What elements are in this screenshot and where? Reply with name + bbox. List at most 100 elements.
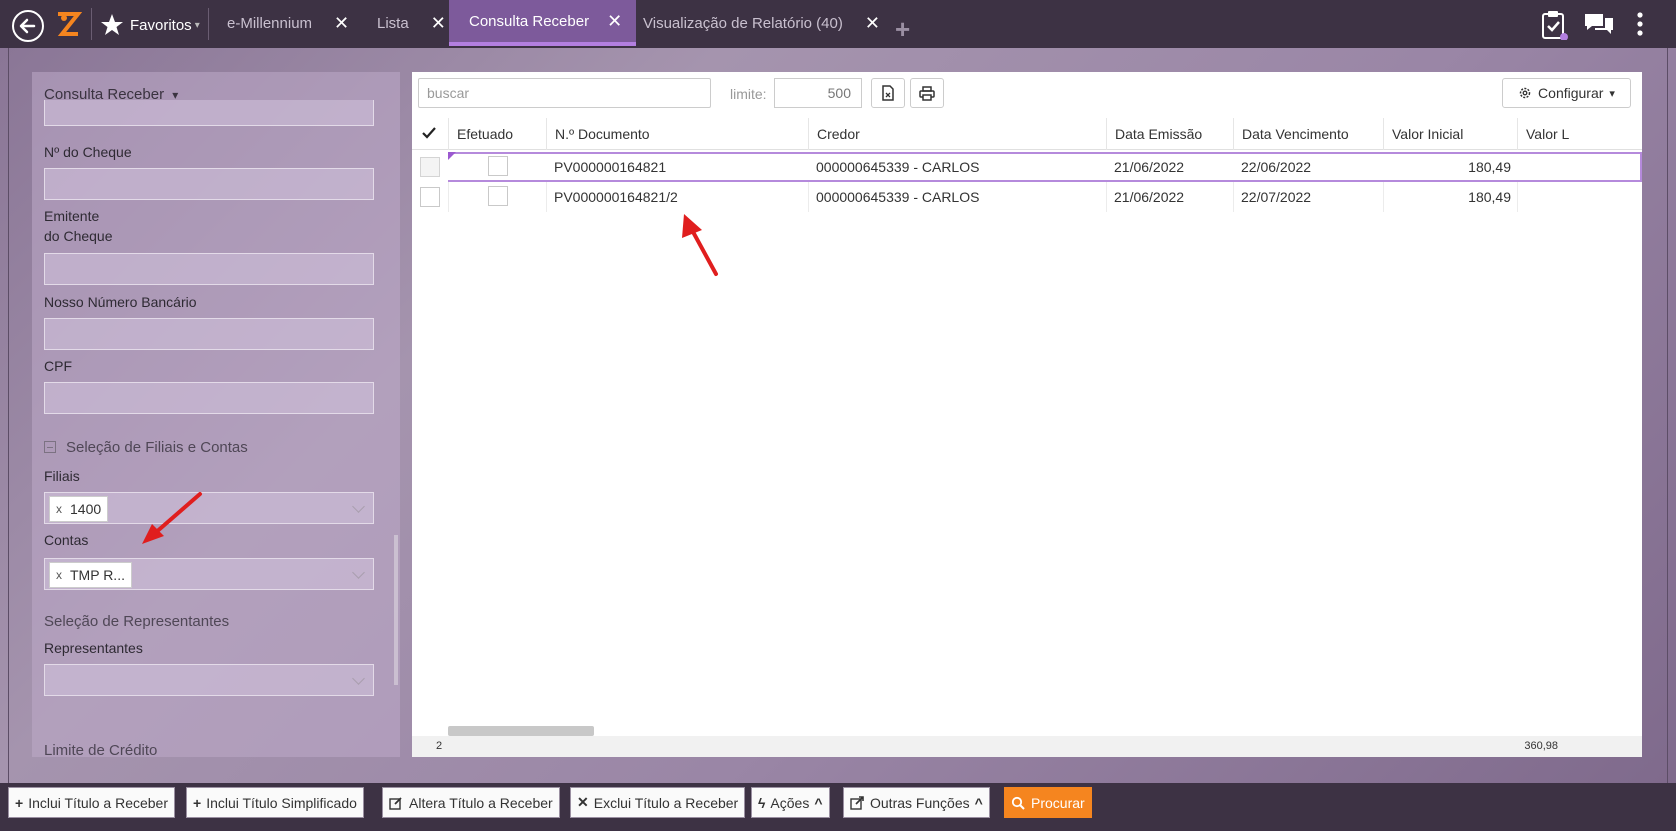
tab-e-millennium[interactable]: e-Millennium ✕	[227, 0, 349, 46]
tab-label: e-Millennium	[227, 14, 313, 32]
representantes-label: Representantes	[44, 640, 143, 656]
chip-remove-icon[interactable]: x	[56, 568, 62, 582]
col-valor-l[interactable]: Valor L	[1517, 118, 1642, 150]
inclui-titulo-button[interactable]: + Inclui Título a Receber	[8, 787, 176, 818]
previous-field-input[interactable]	[44, 100, 374, 126]
inclui-simplificado-label: Inclui Título Simplificado	[206, 794, 357, 811]
grid-line	[1517, 182, 1518, 212]
annotation-arrow-icon	[142, 492, 202, 544]
cpf-input[interactable]	[44, 382, 374, 414]
chevron-down-icon[interactable]	[352, 672, 365, 685]
close-icon[interactable]: ✕	[865, 13, 880, 34]
clipboard-check-icon[interactable]	[1540, 10, 1568, 43]
grid-header: Efetuado N.º Documento Credor Data Emiss…	[412, 118, 1642, 150]
tab-visualizacao-relatorio[interactable]: Visualização de Relatório (40) ✕	[643, 0, 880, 46]
results-panel: buscar limite: 500 Configurar ▾ Efetuado…	[412, 72, 1642, 757]
close-icon[interactable]: ✕	[334, 13, 349, 34]
bottom-action-bar: + Inclui Título a Receber + Inclui Títul…	[0, 783, 1676, 831]
col-efetuado[interactable]: Efetuado	[448, 118, 546, 150]
row-count: 2	[436, 740, 443, 752]
top-bar: Favoritos ▾ e-Millennium ✕ Lista ✕ Consu…	[0, 0, 1676, 48]
search-icon	[1011, 796, 1025, 810]
emissao-cell: 21/06/2022	[1114, 189, 1185, 205]
filial-chip-label: 1400	[70, 501, 102, 517]
inclui-titulo-label: Inclui Título a Receber	[28, 794, 169, 811]
row-select-checkbox[interactable]	[420, 157, 440, 177]
filiais-label: Filiais	[44, 468, 80, 484]
favorites-menu[interactable]: Favoritos ▾	[100, 12, 200, 38]
grid-footer: 2 360,98	[412, 736, 1642, 757]
conta-chip: x TMP R...	[49, 562, 132, 588]
chip-remove-icon[interactable]: x	[56, 502, 62, 516]
chat-icon[interactable]	[1583, 12, 1615, 39]
plus-icon: +	[15, 794, 24, 811]
star-icon	[101, 14, 123, 35]
configurar-button[interactable]: Configurar ▾	[1502, 78, 1631, 108]
close-icon[interactable]: ✕	[431, 13, 446, 34]
section-representantes: Seleção de Representantes	[44, 613, 230, 630]
chevron-down-icon[interactable]	[352, 500, 365, 513]
annotation-arrow-icon	[682, 214, 718, 276]
limite-label: limite:	[730, 86, 767, 102]
contas-select[interactable]: x TMP R...	[44, 558, 374, 590]
valor-cell: 180,49	[1468, 159, 1511, 175]
acoes-button[interactable]: ϟ Ações ^	[751, 787, 830, 818]
filiais-select[interactable]: x 1400	[44, 492, 374, 524]
limite-input[interactable]: 500	[774, 78, 862, 108]
outras-funcoes-label: Outras Funções	[870, 794, 970, 811]
chevron-down-icon[interactable]	[352, 566, 365, 579]
chevron-up-icon: ^	[974, 794, 983, 811]
section-filiais-contas[interactable]: Seleção de Filiais e Contas	[44, 439, 248, 456]
vencimento-cell: 22/06/2022	[1241, 159, 1312, 175]
chevron-down-icon: ▾	[194, 19, 200, 31]
print-button[interactable]	[910, 78, 944, 108]
row-select-checkbox[interactable]	[420, 187, 440, 207]
back-icon[interactable]	[12, 10, 44, 42]
outras-funcoes-button[interactable]: Outras Funções ^	[843, 787, 990, 818]
more-vertical-icon[interactable]	[1636, 12, 1644, 39]
select-all-check[interactable]	[412, 118, 448, 150]
inclui-simplificado-button[interactable]: + Inclui Título Simplificado	[186, 787, 364, 818]
efetuado-checkbox[interactable]	[488, 156, 508, 176]
nosso-numero-label: Nosso Número Bancário	[44, 294, 197, 310]
nosso-numero-input[interactable]	[44, 318, 374, 350]
altera-titulo-button[interactable]: Altera Título a Receber	[382, 787, 560, 818]
cheque-num-input[interactable]	[44, 168, 374, 200]
collapse-icon[interactable]	[44, 441, 56, 453]
close-icon[interactable]: ✕	[607, 11, 622, 32]
col-data-emissao[interactable]: Data Emissão	[1106, 118, 1233, 150]
documento-cell: PV000000164821/2	[554, 189, 678, 205]
search-input[interactable]: buscar	[418, 78, 711, 108]
valor-cell: 180,49	[1468, 189, 1511, 205]
export-button[interactable]	[871, 78, 905, 108]
col-credor[interactable]: Credor	[808, 118, 1106, 150]
vencimento-cell: 22/07/2022	[1241, 189, 1312, 205]
grid-horizontal-scrollbar[interactable]	[448, 726, 594, 736]
add-tab-icon[interactable]: +	[895, 16, 910, 42]
procurar-button[interactable]: Procurar	[1004, 787, 1092, 818]
exclui-titulo-button[interactable]: ✕ Exclui Título a Receber	[570, 787, 746, 818]
col-data-vencimento[interactable]: Data Vencimento	[1233, 118, 1383, 150]
table-row[interactable]: PV000000164821 000000645339 - CARLOS 21/…	[412, 152, 1642, 182]
cpf-label: CPF	[44, 358, 72, 374]
emitente-input[interactable]	[44, 253, 374, 285]
efetuado-checkbox[interactable]	[488, 186, 508, 206]
table-row[interactable]: PV000000164821/2 000000645339 - CARLOS 2…	[412, 182, 1642, 212]
representantes-select[interactable]	[44, 664, 374, 696]
lightning-icon: ϟ	[758, 794, 766, 811]
chevron-up-icon: ^	[814, 794, 823, 811]
edit-icon	[389, 796, 402, 810]
grid-line	[546, 182, 547, 212]
col-documento[interactable]: N.º Documento	[546, 118, 808, 150]
row-marker-icon	[448, 152, 456, 160]
tab-consulta-receber[interactable]: Consulta Receber ✕	[449, 0, 637, 46]
filter-panel-scrollbar[interactable]	[394, 535, 398, 685]
grid-line	[1233, 182, 1234, 212]
tab-lista[interactable]: Lista ✕	[377, 0, 446, 46]
exclui-titulo-label: Exclui Título a Receber	[593, 794, 739, 811]
emitente-label-line2: do Cheque	[44, 228, 113, 244]
app-logo-icon[interactable]	[54, 10, 83, 38]
altera-titulo-label: Altera Título a Receber	[409, 794, 553, 811]
col-valor-inicial[interactable]: Valor Inicial	[1383, 118, 1517, 150]
tab-label: Lista	[377, 14, 409, 32]
